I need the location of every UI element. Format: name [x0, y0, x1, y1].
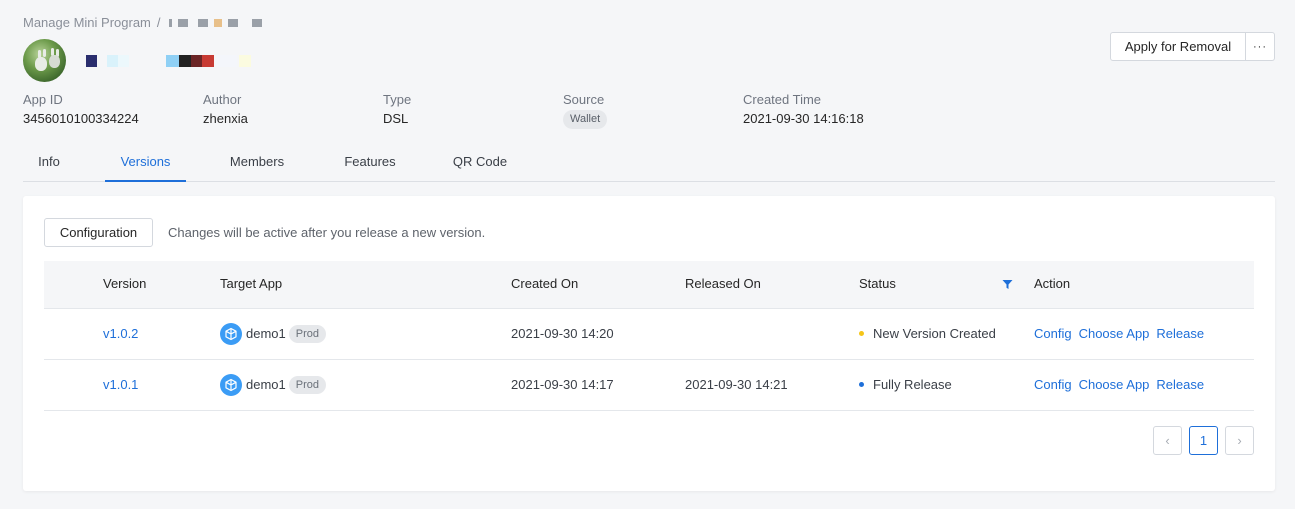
status-dot — [859, 331, 864, 337]
tab-bar: Info Versions Members Features QR Code — [23, 144, 1275, 182]
page-number-button[interactable]: 1 — [1189, 426, 1218, 455]
meta-type: Type DSL — [383, 92, 411, 128]
env-badge: Prod — [288, 376, 326, 394]
column-header-status: Status — [859, 276, 896, 291]
column-header-released-on: Released On — [685, 276, 761, 291]
meta-label: Created Time — [743, 92, 822, 107]
choose-app-link[interactable]: Choose App — [1079, 309, 1150, 359]
meta-created-time: Created Time 2021-09-30 14:16:18 — [743, 92, 864, 128]
env-badge: Prod — [288, 325, 326, 343]
release-link[interactable]: Release — [1156, 309, 1204, 359]
config-link[interactable]: Config — [1034, 309, 1072, 359]
meta-app-id: App ID 3456010100334224 — [23, 92, 139, 128]
app-meta: App ID 3456010100334224 Author zhenxia T… — [23, 92, 1023, 132]
configuration-button[interactable]: Configuration — [44, 218, 153, 247]
meta-value: DSL — [383, 111, 409, 126]
status-dot — [859, 382, 864, 388]
header-actions: Apply for Removal ··· — [1110, 32, 1275, 61]
meta-author: Author zhenxia — [203, 92, 248, 128]
filter-icon[interactable] — [1002, 279, 1013, 290]
apply-for-removal-button[interactable]: Apply for Removal — [1110, 32, 1246, 61]
config-link[interactable]: Config — [1034, 360, 1072, 410]
created-on: 2021-09-30 14:17 — [511, 377, 614, 392]
meta-label: Type — [383, 92, 412, 107]
tab-info[interactable]: Info — [23, 144, 75, 182]
meta-label: App ID — [23, 92, 63, 107]
tab-qr-code[interactable]: QR Code — [445, 144, 515, 182]
breadcrumb: Manage Mini Program / — [23, 15, 262, 30]
status-text: New Version Created — [873, 326, 996, 341]
column-header-version: Version — [103, 276, 147, 291]
choose-app-link[interactable]: Choose App — [1079, 360, 1150, 410]
source-badge: Wallet — [563, 110, 608, 129]
column-header-target-app: Target App — [220, 276, 283, 291]
version-link[interactable]: v1.0.2 — [103, 309, 138, 359]
target-app-cell: demo1 Prod — [220, 309, 326, 359]
target-app-name: demo1 — [246, 326, 286, 341]
meta-label: Author — [203, 92, 242, 107]
chevron-left-icon: ‹ — [1165, 433, 1170, 448]
cube-icon — [220, 323, 242, 345]
target-app-name: demo1 — [246, 377, 286, 392]
tab-versions[interactable]: Versions — [105, 144, 186, 182]
versions-card: Configuration Changes will be active aft… — [23, 196, 1275, 491]
version-link[interactable]: v1.0.1 — [103, 360, 138, 410]
target-app-cell: demo1 Prod — [220, 360, 326, 410]
app-avatar — [23, 39, 66, 82]
meta-label: Source — [563, 92, 605, 107]
config-row: Configuration Changes will be active aft… — [44, 218, 485, 247]
row-actions: Config Choose App Release — [1034, 360, 1204, 410]
versions-table: Version Target App Created On Released O… — [44, 261, 1254, 411]
tab-members[interactable]: Members — [218, 144, 296, 182]
cube-icon — [220, 374, 242, 396]
table-row: v1.0.1 demo1 Prod 2021-09-30 14:17 2021-… — [44, 360, 1254, 411]
column-header-action: Action — [1034, 276, 1071, 291]
release-link[interactable]: Release — [1156, 360, 1204, 410]
column-header-created-on: Created On — [511, 276, 579, 291]
created-on: 2021-09-30 14:20 — [511, 326, 614, 341]
next-page-button[interactable]: › — [1225, 426, 1254, 455]
meta-value: 3456010100334224 — [23, 111, 139, 126]
table-header: Version Target App Created On Released O… — [44, 261, 1254, 309]
pagination: ‹ 1 › — [1153, 426, 1254, 455]
status-cell: Fully Release — [859, 360, 952, 410]
released-on: 2021-09-30 14:21 — [685, 377, 788, 392]
prev-page-button[interactable]: ‹ — [1153, 426, 1182, 455]
more-options-button[interactable]: ··· — [1246, 32, 1275, 61]
table-row: v1.0.2 demo1 Prod 2021-09-30 14:20 New V… — [44, 309, 1254, 360]
status-text: Fully Release — [873, 377, 952, 392]
meta-value: zhenxia — [203, 111, 248, 126]
config-hint: Changes will be active after you release… — [168, 225, 486, 240]
tab-features[interactable]: Features — [333, 144, 407, 182]
status-cell: New Version Created — [859, 309, 996, 359]
chevron-right-icon: › — [1237, 433, 1242, 448]
row-actions: Config Choose App Release — [1034, 309, 1204, 359]
redacted-app-title — [86, 55, 251, 67]
breadcrumb-root[interactable]: Manage Mini Program — [23, 15, 151, 30]
redacted-app-name — [168, 18, 262, 27]
meta-value: 2021-09-30 14:16:18 — [743, 111, 864, 126]
breadcrumb-separator: / — [156, 15, 161, 30]
meta-source: Source Wallet — [563, 92, 608, 129]
